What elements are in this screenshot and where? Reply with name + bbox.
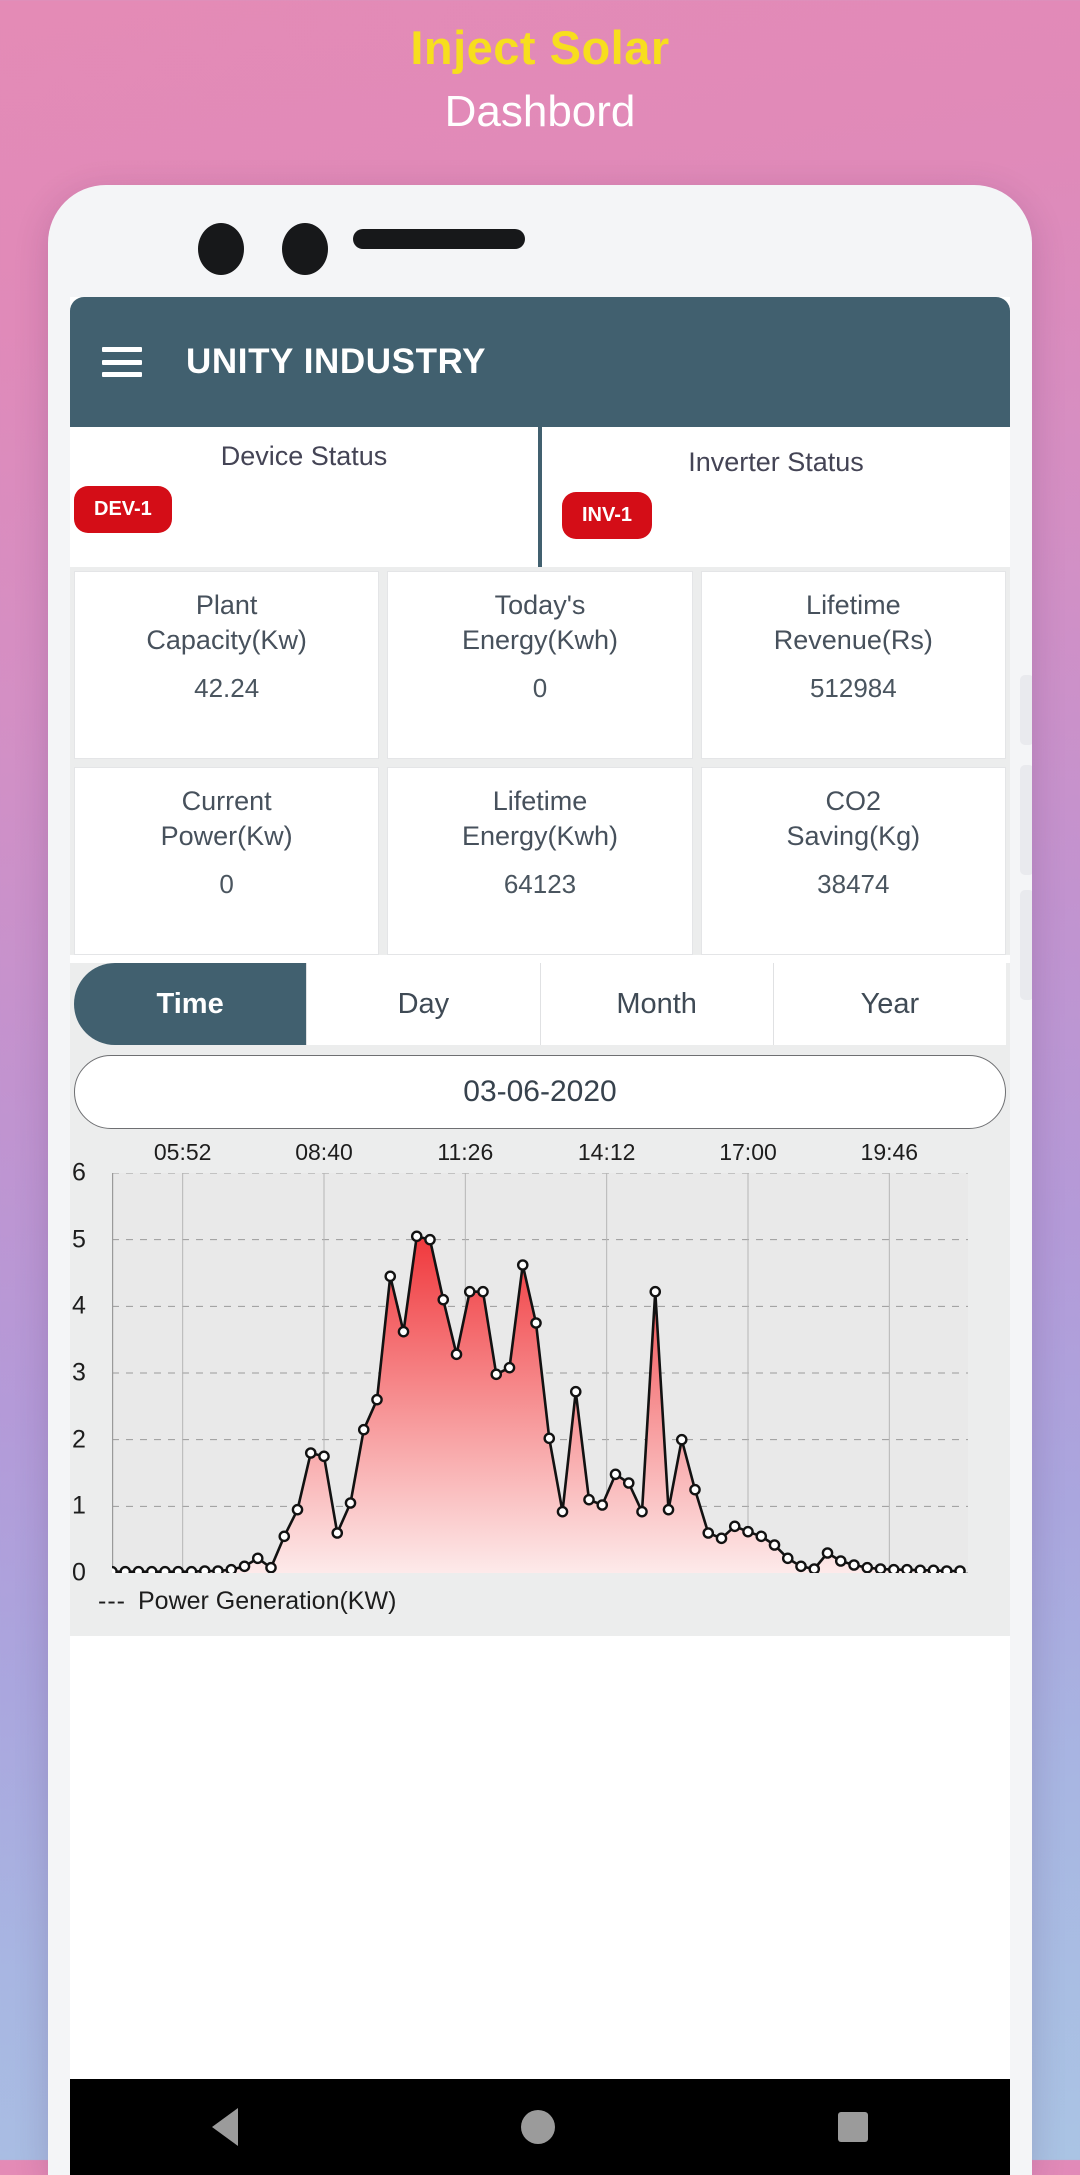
inverter-status-label: Inverter Status bbox=[688, 447, 864, 477]
stat-card-value: 512984 bbox=[809, 673, 897, 704]
chart-plot-area: 0 1 2 3 4 5 6 bbox=[70, 1159, 1002, 1587]
chart-y-tick: 2 bbox=[72, 1425, 86, 1454]
stat-card-row: Plant Capacity(Kw) 42.24 Today's Energy(… bbox=[74, 571, 1006, 759]
android-navigation-bar bbox=[70, 2079, 1010, 2175]
stat-card-plant-capacity[interactable]: Plant Capacity(Kw) 42.24 bbox=[74, 571, 380, 759]
device-status-badge[interactable]: DEV-1 bbox=[74, 486, 172, 533]
status-row: Device Status DEV-1 Inverter Status INV-… bbox=[70, 427, 1010, 567]
chart-x-axis-ticks: 05:52 08:40 11:26 14:12 17:00 19:46 bbox=[70, 1137, 1010, 1173]
stat-cards-grid: Plant Capacity(Kw) 42.24 Today's Energy(… bbox=[70, 567, 1010, 955]
phone-side-button-1 bbox=[1020, 675, 1032, 745]
recent-square-icon[interactable] bbox=[838, 2112, 869, 2142]
stat-card-lifetime-revenue[interactable]: Lifetime Revenue(Rs) 512984 bbox=[700, 571, 1006, 759]
stat-card-label-line1: CO2 bbox=[825, 786, 882, 816]
date-picker-wrap: 03-06-2020 bbox=[70, 1045, 1010, 1137]
promo-subtitle: Dashbord bbox=[444, 86, 636, 136]
stat-card-label-line2: Power(Kw) bbox=[160, 820, 293, 851]
stat-card-label-line1: Plant bbox=[195, 590, 258, 620]
stat-card-label-line1: Lifetime bbox=[806, 590, 901, 620]
stat-card-value: 64123 bbox=[503, 869, 577, 900]
hamburger-menu-icon[interactable] bbox=[102, 347, 142, 377]
stat-card-value: 0 bbox=[219, 869, 234, 900]
promo-title: Inject Solar bbox=[410, 21, 670, 74]
stat-card-row: Current Power(Kw) 0 Lifetime Energy(Kwh)… bbox=[74, 767, 1006, 955]
chart-y-tick: 3 bbox=[72, 1358, 86, 1387]
chart-legend: --- Power Generation(KW) bbox=[70, 1573, 1010, 1628]
page-title: UNITY INDUSTRY bbox=[186, 342, 487, 381]
chart-x-tick: 05:52 bbox=[153, 1139, 212, 1165]
sensor-icon bbox=[282, 223, 328, 275]
chart-y-tick: 1 bbox=[72, 1491, 86, 1520]
phone-side-button-2 bbox=[1020, 765, 1032, 875]
app-bar: UNITY INDUSTRY bbox=[70, 297, 1010, 427]
power-generation-chart: 05:52 08:40 11:26 14:12 17:00 19:46 0 1 2 3 4 5 6 -… bbox=[70, 1137, 1010, 1636]
phone-mockup: UNITY INDUSTRY Device Status DEV-1 Inver… bbox=[48, 185, 1032, 2175]
inverter-status-badge[interactable]: INV-1 bbox=[562, 492, 653, 539]
stat-card-value: 0 bbox=[532, 673, 548, 704]
promo-heading: Inject Solar Dashbord bbox=[0, 0, 1080, 139]
legend-label: Power Generation(KW) bbox=[137, 1587, 397, 1615]
date-picker[interactable]: 03-06-2020 bbox=[74, 1055, 1006, 1129]
chart-svg bbox=[112, 1173, 968, 1573]
stat-card-value: 38474 bbox=[817, 869, 890, 900]
chart-y-tick: 6 bbox=[72, 1158, 86, 1187]
stat-card-todays-energy[interactable]: Today's Energy(Kwh) 0 bbox=[387, 571, 693, 759]
home-circle-icon[interactable] bbox=[520, 2110, 555, 2144]
tab-year[interactable]: Year bbox=[773, 963, 1006, 1045]
tab-day[interactable]: Day bbox=[307, 963, 541, 1045]
app-screen: UNITY INDUSTRY Device Status DEV-1 Inver… bbox=[70, 297, 1010, 2175]
stat-card-label-line1: Current bbox=[181, 786, 272, 816]
chart-x-tick: 19:46 bbox=[860, 1139, 919, 1165]
stat-card-label-line1: Today's bbox=[494, 590, 586, 620]
earpiece-speaker bbox=[353, 229, 525, 249]
chart-y-tick: 4 bbox=[72, 1291, 86, 1320]
stat-card-label-line2: Saving(Kg) bbox=[786, 820, 921, 851]
device-status-label: Device Status bbox=[220, 441, 388, 471]
stat-card-label-line2: Energy(Kwh) bbox=[461, 820, 619, 851]
stat-card-co2-saving[interactable]: CO2 Saving(Kg) 38474 bbox=[700, 767, 1006, 955]
chart-x-tick: 14:12 bbox=[577, 1139, 636, 1165]
chart-x-tick: 08:40 bbox=[295, 1139, 353, 1165]
chart-x-tick: 17:00 bbox=[719, 1139, 777, 1165]
inverter-status-column: Inverter Status INV-1 bbox=[538, 427, 1010, 567]
phone-side-button-3 bbox=[1020, 890, 1032, 1000]
stat-card-label-line2: Capacity(Kw) bbox=[146, 624, 307, 655]
tab-time[interactable]: Time bbox=[74, 963, 308, 1045]
stat-card-label-line1: Lifetime bbox=[492, 786, 588, 816]
chart-y-tick: 0 bbox=[72, 1558, 86, 1587]
chart-x-tick: 11:26 bbox=[437, 1139, 494, 1165]
legend-dash-icon: --- bbox=[98, 1587, 126, 1615]
stat-card-lifetime-energy[interactable]: Lifetime Energy(Kwh) 64123 bbox=[387, 767, 693, 955]
stat-card-value: 42.24 bbox=[194, 673, 260, 704]
stat-card-label-line2: Revenue(Rs) bbox=[773, 624, 933, 655]
tab-month[interactable]: Month bbox=[540, 963, 774, 1045]
chart-y-tick: 5 bbox=[72, 1225, 86, 1254]
period-tab-bar: Time Day Month Year bbox=[70, 963, 1010, 1045]
front-camera-icon bbox=[198, 223, 244, 275]
phone-sensor-row bbox=[70, 185, 1010, 297]
device-status-column: Device Status DEV-1 bbox=[70, 427, 538, 567]
back-triangle-icon[interactable] bbox=[211, 2108, 238, 2146]
stat-card-label-line2: Energy(Kwh) bbox=[461, 624, 619, 655]
stat-card-current-power[interactable]: Current Power(Kw) 0 bbox=[74, 767, 380, 955]
